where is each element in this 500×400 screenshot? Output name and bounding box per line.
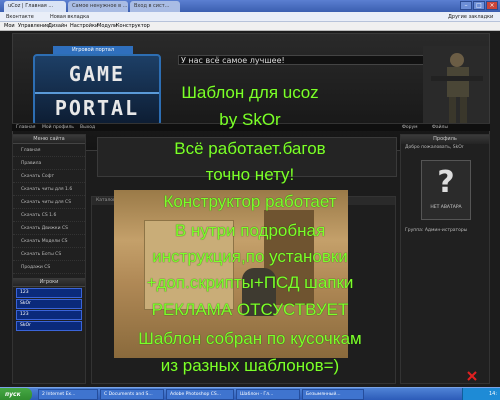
avatar[interactable]: ? НЕТ АВАТАРА bbox=[421, 160, 471, 220]
browser-tab[interactable]: uCoz | Главная ... bbox=[4, 1, 66, 12]
profile-block-title: Профиль bbox=[401, 135, 489, 144]
right-sidebar: Профиль Добро пожаловать, SkOr ? НЕТ АВА… bbox=[400, 134, 490, 384]
menu-block-title: Меню сайта bbox=[13, 135, 85, 144]
window-controls: – □ × bbox=[460, 1, 498, 10]
minimize-icon[interactable]: – bbox=[460, 1, 472, 10]
sidebar-menu-item[interactable]: Скачать Модели CS bbox=[13, 235, 85, 248]
soldier-image bbox=[423, 46, 489, 128]
user-group: Группа: Админ-истраторы bbox=[405, 228, 468, 233]
sidebar-menu-item[interactable]: Главная bbox=[13, 144, 85, 157]
sidebar-menu-item[interactable]: Скачать читы для CS bbox=[13, 196, 85, 209]
nav-link[interactable]: Выход bbox=[80, 124, 95, 132]
maximize-icon[interactable]: □ bbox=[473, 1, 485, 10]
sidebar-menu-item[interactable]: Продажи CS bbox=[13, 261, 85, 274]
menu-item[interactable]: Модули bbox=[97, 22, 117, 31]
site-logo[interactable]: GAME PORTAL bbox=[33, 54, 161, 126]
left-sidebar: Меню сайта Главная Правила Скачать Софт … bbox=[12, 134, 86, 384]
taskbar: пуск 2 Internet Ex... С Documents and S.… bbox=[0, 387, 500, 400]
browser-tab[interactable]: Вход в сист... bbox=[130, 1, 180, 12]
player-row[interactable]: 123 bbox=[16, 310, 82, 320]
bookmark-item[interactable]: Новая вкладка bbox=[50, 13, 89, 21]
sidebar-menu-item[interactable]: Скачать читы для 1.6 bbox=[13, 183, 85, 196]
menu-item[interactable]: Дизайн bbox=[48, 22, 67, 31]
menu-item[interactable]: Конструктор bbox=[116, 22, 150, 31]
banner-slot bbox=[97, 137, 397, 177]
browser-tab[interactable]: Самое ненужное в ... bbox=[68, 1, 128, 12]
sidebar-menu-item[interactable]: Скачать Боты CS bbox=[13, 248, 85, 261]
player-row[interactable]: 123 bbox=[16, 288, 82, 298]
nav-link[interactable]: Главная bbox=[16, 124, 35, 132]
bookmarks-bar: Вконтакте Новая вкладка Другие закладки bbox=[0, 12, 500, 22]
player-row[interactable]: SkOr bbox=[16, 299, 82, 309]
taskbar-item[interactable]: Безымянный... bbox=[302, 389, 364, 400]
nav-link[interactable]: Форум bbox=[402, 124, 418, 132]
image-figure bbox=[242, 268, 276, 316]
bookmark-item[interactable]: Другие закладки bbox=[448, 13, 493, 21]
close-icon[interactable]: × bbox=[486, 1, 498, 10]
player-row[interactable]: SkOr bbox=[16, 321, 82, 331]
nav-link[interactable]: Файлы bbox=[432, 124, 448, 132]
logo-line-portal: PORTAL bbox=[35, 92, 159, 120]
menu-item[interactable]: Настройки bbox=[70, 22, 98, 31]
menu-item[interactable]: Мои bbox=[4, 22, 15, 31]
game-screenshot-image bbox=[114, 190, 348, 358]
delete-icon[interactable] bbox=[467, 371, 477, 381]
screenshot-root: uCoz | Главная ... Самое ненужное в ... … bbox=[0, 0, 500, 400]
avatar-caption: НЕТ АВАТАРА bbox=[430, 205, 462, 210]
players-block-title: Игроки bbox=[13, 278, 85, 287]
taskbar-item[interactable]: С Documents and S... bbox=[100, 389, 164, 400]
logo-caption: Игровой портал bbox=[53, 46, 133, 54]
system-tray-clock: 14: bbox=[462, 388, 500, 400]
start-button[interactable]: пуск bbox=[0, 388, 32, 400]
browser-titlebar: uCoz | Главная ... Самое ненужное в ... … bbox=[0, 0, 500, 12]
image-wall bbox=[144, 220, 234, 310]
sidebar-menu-item[interactable]: Скачать CS 1.6 bbox=[13, 209, 85, 222]
logo-line-game: GAME bbox=[68, 62, 126, 86]
sidebar-menu-item[interactable]: Скачать Софт bbox=[13, 170, 85, 183]
admin-menubar: Мои Управление Дизайн Настройки Модули К… bbox=[0, 22, 500, 31]
taskbar-item[interactable]: Шаблон - Гл... bbox=[236, 389, 300, 400]
menu-item[interactable]: Управление bbox=[18, 22, 49, 31]
taskbar-item[interactable]: 2 Internet Ex... bbox=[38, 389, 98, 400]
sidebar-menu-item[interactable]: Правила bbox=[13, 157, 85, 170]
site-slogan: У нас всё самое лучшее! bbox=[178, 55, 428, 65]
greeting-text: Добро пожаловать, SkOr bbox=[405, 145, 464, 150]
question-mark-icon: ? bbox=[437, 165, 455, 200]
taskbar-item[interactable]: Adobe Photoshop CS... bbox=[166, 389, 234, 400]
sidebar-menu-item[interactable]: Скачать Движки CS bbox=[13, 222, 85, 235]
bookmark-item[interactable]: Вконтакте bbox=[6, 13, 34, 21]
site-nav: Главная Мой профиль Выход Форум Файлы bbox=[12, 123, 490, 131]
nav-link[interactable]: Мой профиль bbox=[42, 124, 74, 132]
